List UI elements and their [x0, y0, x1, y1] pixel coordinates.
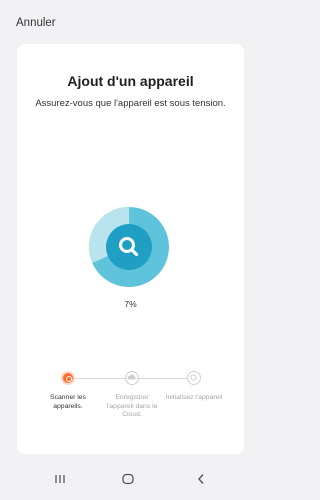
search-icon	[119, 237, 139, 257]
cancel-button[interactable]: Annuler	[16, 17, 56, 29]
scan-progress-indicator	[89, 207, 169, 287]
step-connector-2	[138, 378, 189, 379]
cloud-icon	[127, 374, 136, 380]
home-icon	[122, 473, 134, 485]
page-title: Ajout d'un appareil	[67, 73, 194, 89]
progress-percent-label: 7%	[124, 299, 137, 309]
system-navigation-bar	[0, 460, 252, 500]
power-icon	[190, 374, 197, 381]
step-label-initialize: Initialisez l'appareil	[165, 394, 223, 401]
back-button[interactable]	[186, 472, 216, 492]
recent-apps-icon	[55, 475, 65, 483]
back-icon	[198, 474, 204, 484]
step-label-scan: Scanner les appareils.	[50, 394, 86, 410]
recent-apps-button[interactable]	[45, 472, 75, 492]
step-indicator-register	[125, 371, 139, 385]
home-button[interactable]	[113, 472, 143, 492]
page-subtitle: Assurez-vous que l'appareil est sous ten…	[35, 98, 226, 109]
step-label-register: Enregistrer l'appareil dans le Cloud.	[106, 394, 158, 418]
step-indicator-initialize	[187, 371, 201, 385]
add-device-card: Ajout d'un appareil Assurez-vous que l'a…	[17, 44, 244, 454]
step-indicator-scan	[61, 371, 75, 385]
